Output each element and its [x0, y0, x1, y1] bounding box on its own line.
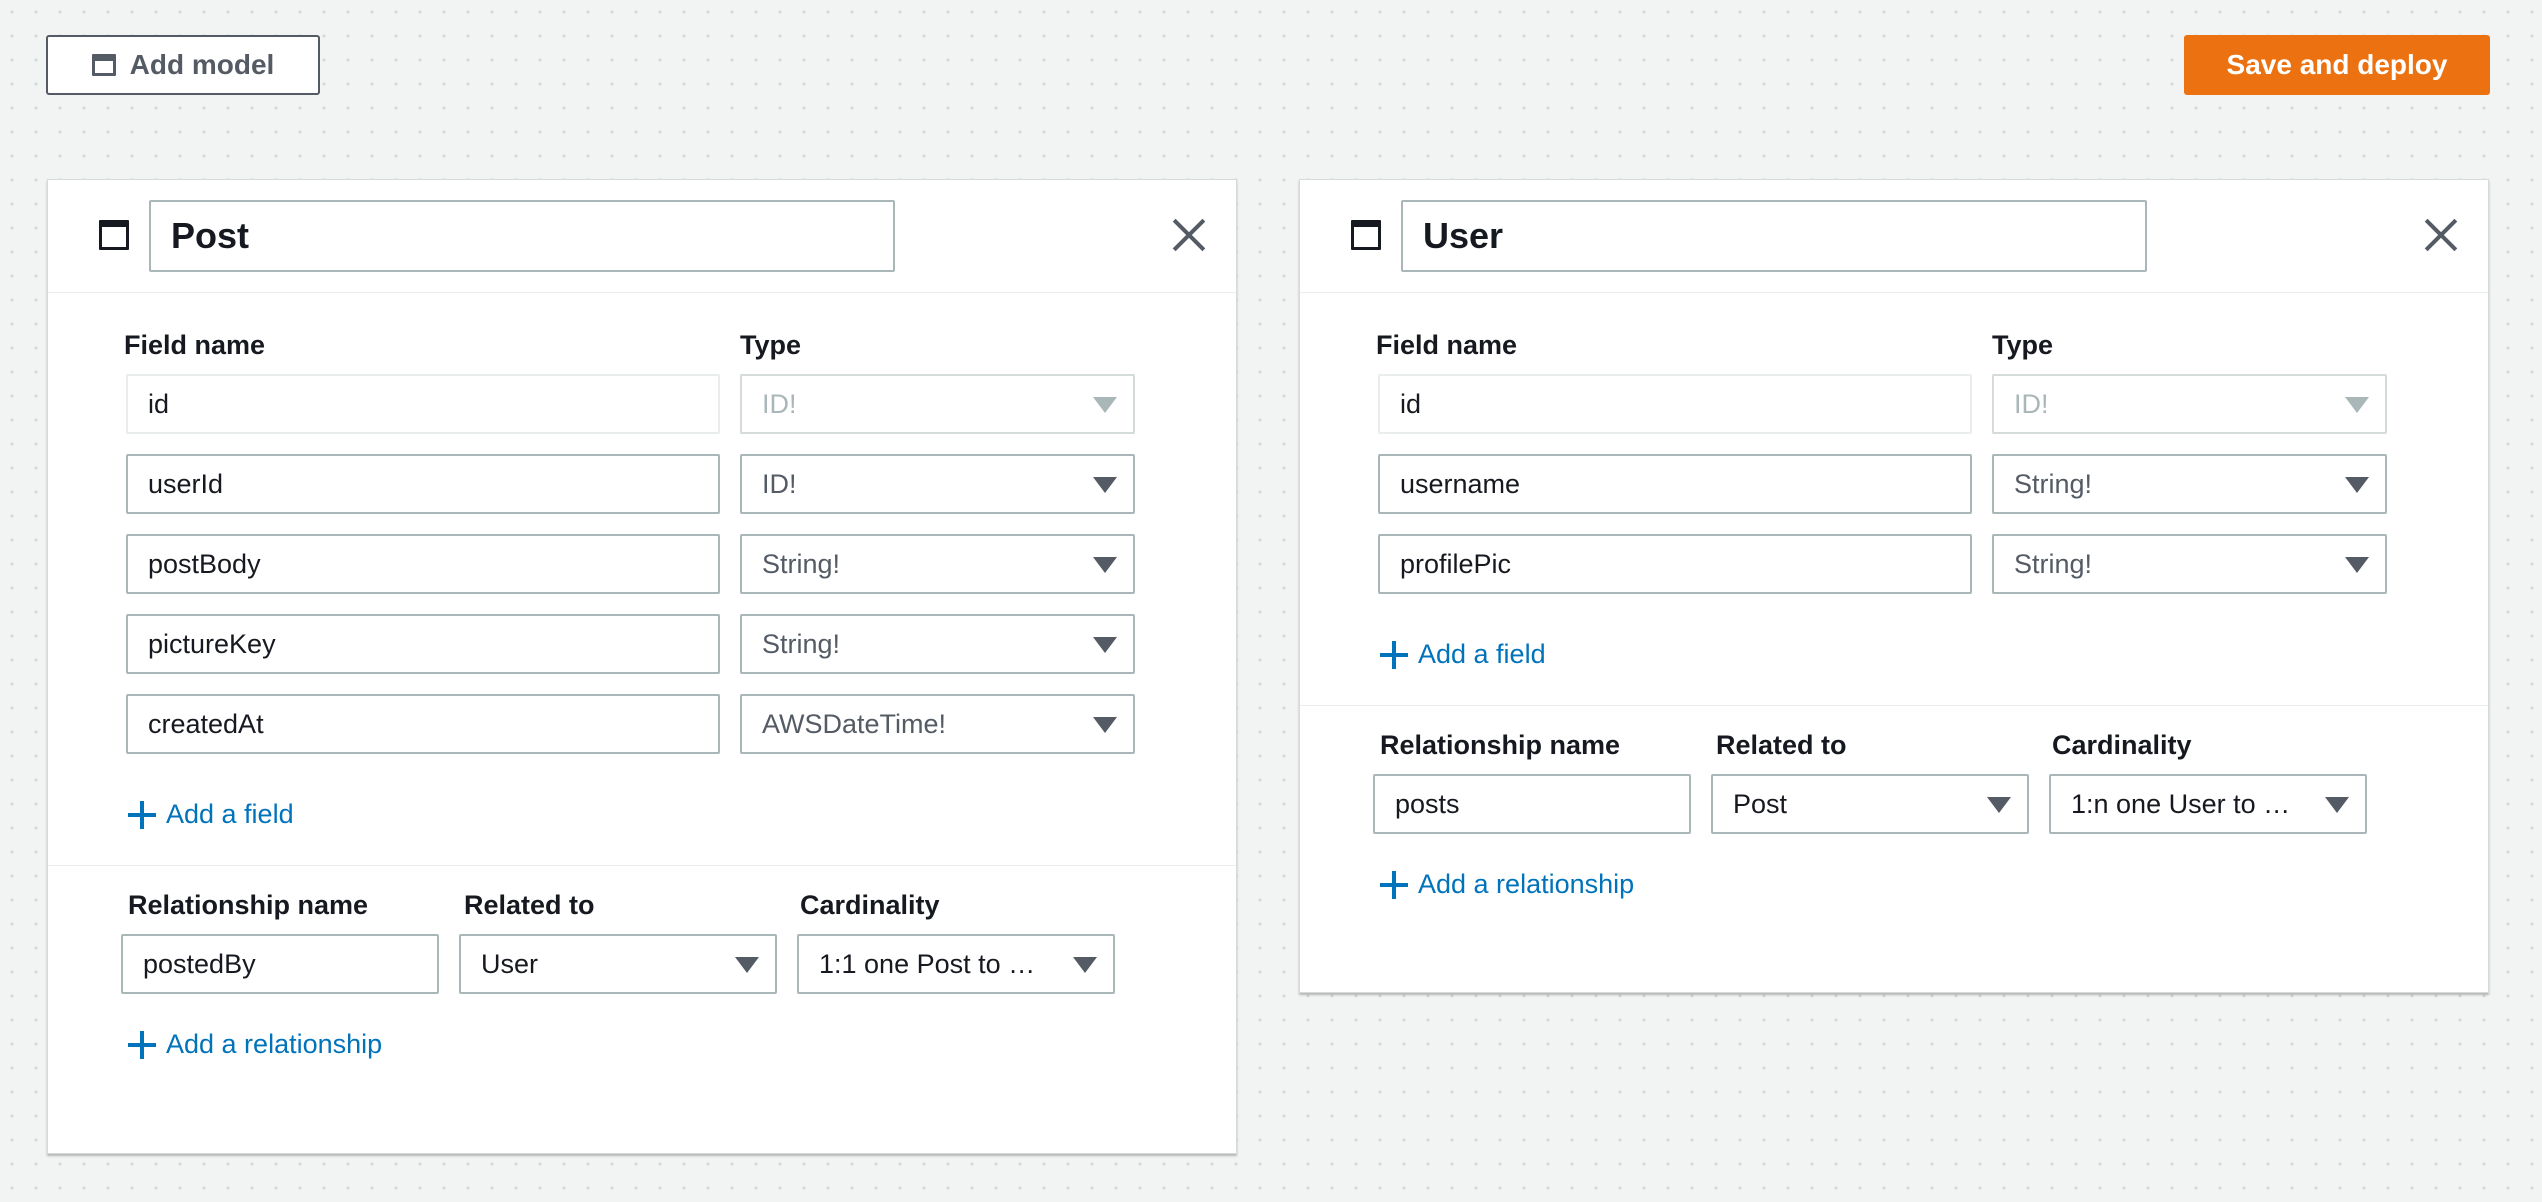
plus-icon — [128, 800, 156, 829]
field-type-select[interactable]: String! — [1992, 534, 2387, 594]
chevron-down-icon — [2345, 397, 2369, 413]
field-name-input[interactable]: profilePic — [1378, 534, 1972, 594]
model-name-input[interactable]: Post — [149, 200, 895, 272]
cardinality-value: 1:1 one Post to … — [819, 948, 1036, 979]
add-field-label: Add a field — [166, 799, 294, 829]
add-field-link[interactable]: Add a field — [128, 799, 294, 830]
close-icon[interactable] — [2424, 218, 2458, 252]
add-model-label: Add model — [129, 49, 275, 80]
chevron-down-icon — [1093, 397, 1117, 413]
field-type-select[interactable]: ID! — [1992, 374, 2387, 434]
relationship-name-input[interactable]: postedBy — [121, 934, 439, 994]
add-relationship-label: Add a relationship — [1418, 869, 1635, 899]
save-and-deploy-label: Save and deploy — [2226, 49, 2448, 80]
relationship-name-input[interactable]: posts — [1373, 774, 1691, 834]
related-to-select[interactable]: User — [459, 934, 777, 994]
add-relationship-link[interactable]: Add a relationship — [128, 1029, 382, 1060]
type-header: Type — [1992, 330, 2054, 360]
chevron-down-icon — [1093, 557, 1117, 573]
model-icon — [99, 220, 129, 250]
field-type-value: ID! — [762, 388, 797, 419]
field-type-select[interactable]: AWSDateTime! — [740, 694, 1135, 754]
field-type-value: ID! — [762, 468, 797, 499]
add-relationship-label: Add a relationship — [166, 1029, 383, 1059]
field-name-input[interactable]: id — [126, 374, 720, 434]
add-model-button[interactable]: Add model — [46, 35, 320, 95]
model-card-header: User — [1300, 180, 2488, 293]
field-name-input[interactable]: pictureKey — [126, 614, 720, 674]
field-type-value: AWSDateTime! — [762, 708, 947, 739]
relationship-name-header: Relationship name — [128, 890, 369, 920]
cardinality-header: Cardinality — [800, 890, 940, 920]
chevron-down-icon — [2345, 477, 2369, 493]
field-type-value: ID! — [2014, 388, 2049, 419]
model-name-input[interactable]: User — [1401, 200, 2147, 272]
plus-icon — [1380, 640, 1408, 669]
field-name-input[interactable]: createdAt — [126, 694, 720, 754]
chevron-down-icon — [1093, 717, 1117, 733]
save-and-deploy-button[interactable]: Save and deploy — [2184, 35, 2490, 95]
field-name-header: Field name — [1376, 330, 1518, 360]
related-to-value: User — [481, 948, 539, 979]
model-icon — [1351, 220, 1381, 250]
field-name-input[interactable]: username — [1378, 454, 1972, 514]
model-card-header: Post — [48, 180, 1236, 293]
field-type-select[interactable]: ID! — [740, 454, 1135, 514]
field-name-input[interactable]: postBody — [126, 534, 720, 594]
relationship-name-header: Relationship name — [1380, 730, 1621, 760]
chevron-down-icon — [1093, 637, 1117, 653]
field-type-value: String! — [2014, 468, 2093, 499]
add-field-label: Add a field — [1418, 639, 1546, 669]
field-type-value: String! — [762, 548, 841, 579]
chevron-down-icon — [2345, 557, 2369, 573]
field-name-input[interactable]: userId — [126, 454, 720, 514]
field-name-input[interactable]: id — [1378, 374, 1972, 434]
field-name-header: Field name — [124, 330, 266, 360]
field-type-value: String! — [2014, 548, 2093, 579]
section-divider — [48, 865, 1236, 866]
cardinality-header: Cardinality — [2052, 730, 2192, 760]
cardinality-select[interactable]: 1:1 one Post to … — [797, 934, 1115, 994]
add-field-link[interactable]: Add a field — [1380, 639, 1546, 670]
chevron-down-icon — [1093, 477, 1117, 493]
chevron-down-icon — [1073, 957, 1097, 973]
related-to-header: Related to — [1716, 730, 1847, 760]
field-type-select[interactable]: String! — [740, 614, 1135, 674]
plus-icon — [128, 1030, 156, 1059]
add-relationship-link[interactable]: Add a relationship — [1380, 869, 1634, 900]
field-type-select[interactable]: ID! — [740, 374, 1135, 434]
field-type-select[interactable]: String! — [1992, 454, 2387, 514]
related-to-header: Related to — [464, 890, 595, 920]
chevron-down-icon — [1987, 797, 2011, 813]
field-type-select[interactable]: String! — [740, 534, 1135, 594]
related-to-value: Post — [1733, 788, 1788, 819]
cardinality-select[interactable]: 1:n one User to … — [2049, 774, 2367, 834]
section-divider — [1300, 705, 2488, 706]
chevron-down-icon — [735, 957, 759, 973]
model-icon — [91, 54, 116, 76]
type-header: Type — [740, 330, 802, 360]
model-card-post: Post Field name Type id ID! userId ID! p… — [47, 179, 1237, 1154]
cardinality-value: 1:n one User to … — [2071, 788, 2291, 819]
close-icon[interactable] — [1172, 218, 1206, 252]
model-card-user: User Field name Type id ID! username Str… — [1299, 179, 2489, 993]
field-type-value: String! — [762, 628, 841, 659]
chevron-down-icon — [2325, 797, 2349, 813]
plus-icon — [1380, 870, 1408, 899]
related-to-select[interactable]: Post — [1711, 774, 2029, 834]
